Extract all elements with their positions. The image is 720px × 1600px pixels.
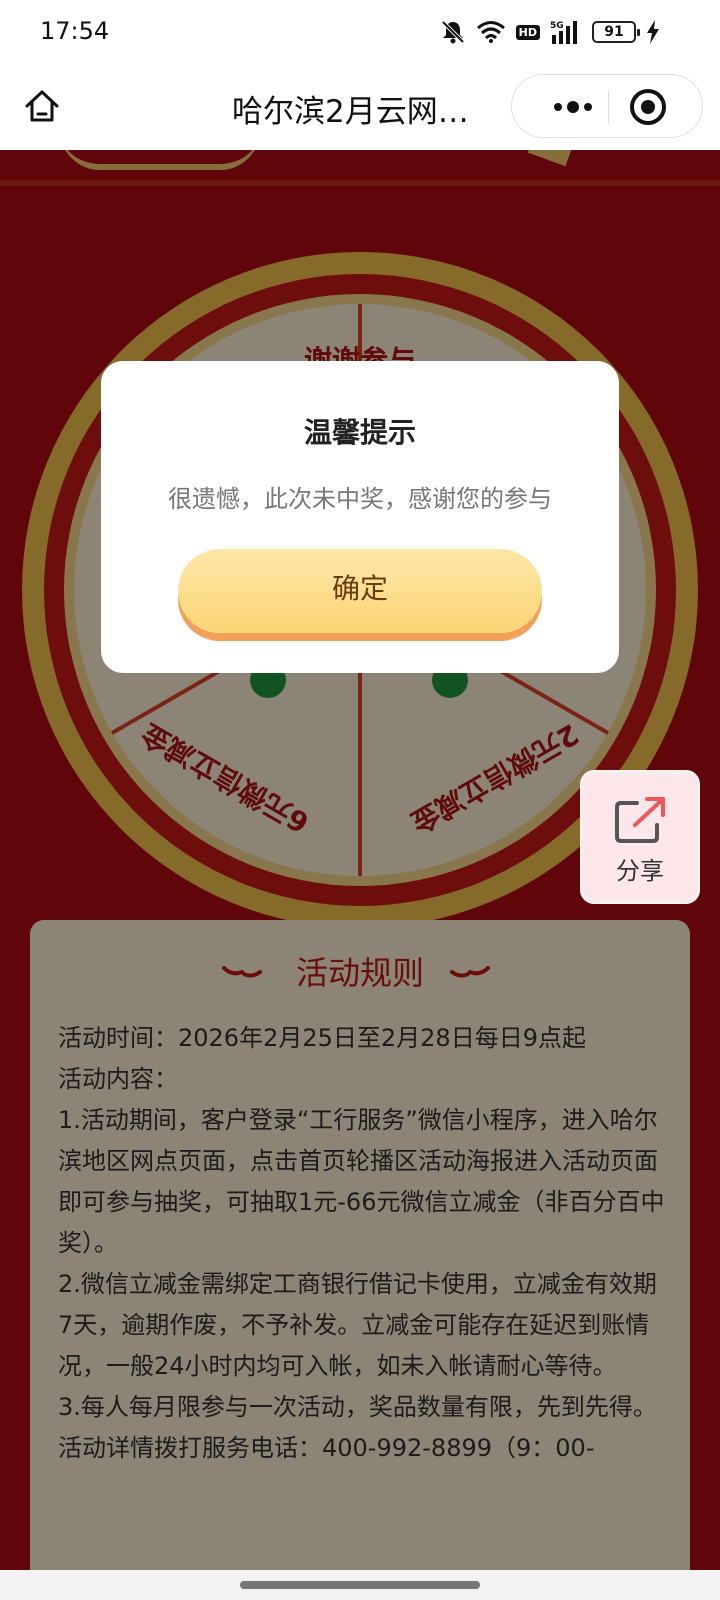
dialog-message: 很遗憾，此次未中奖，感谢您的参与 bbox=[168, 485, 552, 513]
status-bar: 17:54 HD 5G 91 bbox=[0, 0, 720, 64]
capsule-menu bbox=[511, 74, 703, 138]
close-miniprogram-icon[interactable] bbox=[630, 89, 666, 125]
mute-icon bbox=[441, 20, 465, 44]
status-icons: HD 5G 91 bbox=[440, 18, 660, 46]
capsule-divider bbox=[608, 91, 609, 123]
result-dialog: 温馨提示 很遗憾，此次未中奖，感谢您的参与 确定 bbox=[101, 361, 619, 673]
battery-icon: 91 bbox=[592, 21, 640, 43]
wifi-icon bbox=[476, 21, 505, 43]
mini-program-navbar: 哈尔滨2月云网… bbox=[0, 64, 720, 150]
status-time: 17:54 bbox=[40, 17, 110, 45]
charging-icon bbox=[647, 20, 659, 44]
page-title: 哈尔滨2月云网… bbox=[232, 94, 469, 130]
more-icon[interactable] bbox=[538, 75, 608, 139]
confirm-button[interactable]: 确定 bbox=[178, 549, 542, 633]
dialog-title: 温馨提示 bbox=[303, 416, 416, 449]
share-button[interactable]: 分享 bbox=[580, 770, 700, 904]
svg-text:5G: 5G bbox=[550, 21, 564, 31]
home-indicator[interactable] bbox=[240, 1581, 480, 1589]
share-label: 分享 bbox=[616, 857, 664, 885]
hd-icon: HD bbox=[515, 24, 540, 40]
signal-icon: 5G bbox=[550, 21, 577, 44]
gesture-bar bbox=[0, 1570, 720, 1600]
home-icon[interactable] bbox=[22, 86, 62, 126]
share-icon bbox=[615, 797, 665, 843]
